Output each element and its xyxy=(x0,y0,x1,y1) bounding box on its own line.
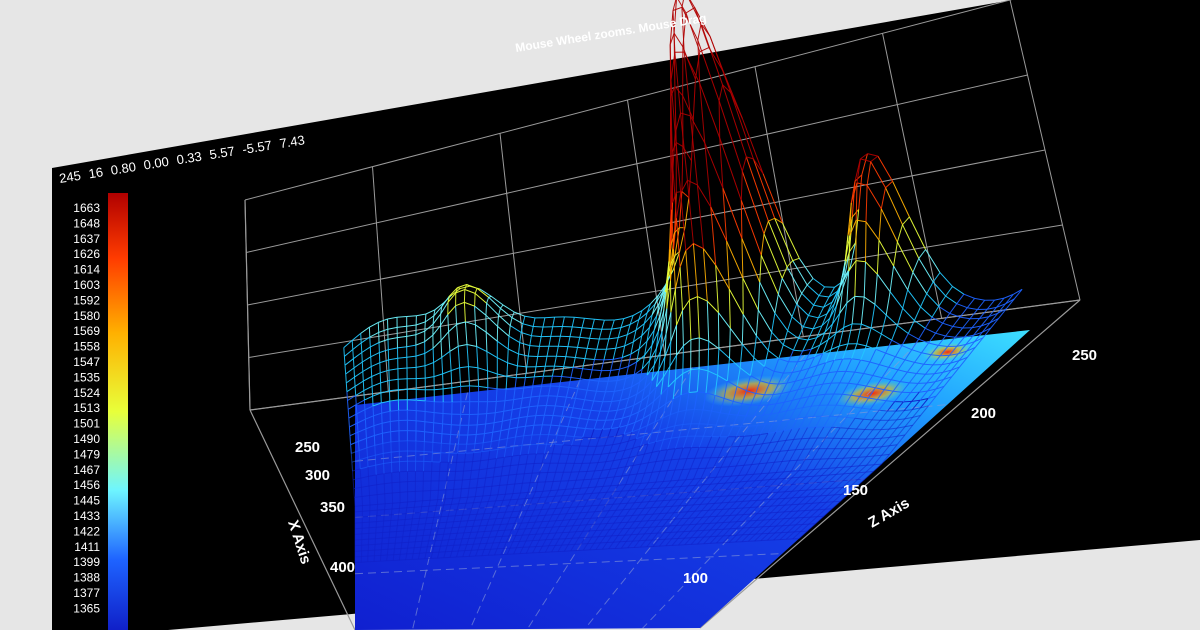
z-axis-tick: 250 xyxy=(1072,347,1097,364)
legend-label: 1513 xyxy=(73,401,100,415)
legend-label: 1663 xyxy=(73,201,100,215)
z-axis-tick: 100 xyxy=(683,570,708,587)
legend-label: 1535 xyxy=(73,370,100,384)
legend-labels: 16631648 16371626 161416031592 15801569 1558… xyxy=(73,201,100,615)
legend-label: 1411 xyxy=(74,540,100,554)
legend-label: 1547 xyxy=(73,355,100,369)
legend-label: 1433 xyxy=(73,509,100,523)
legend-label: 1626 xyxy=(73,247,100,261)
legend-label: 1569 xyxy=(73,324,100,338)
legend-label: 1456 xyxy=(73,478,100,492)
legend-label: 1479 xyxy=(73,447,100,461)
chart-title: Mouse Wheel zooms. Mouse Drag xyxy=(514,11,707,55)
coordinate-value: 16 xyxy=(87,164,104,181)
legend-label: 1501 xyxy=(73,417,100,431)
legend-label: 1614 xyxy=(73,263,100,277)
legend-label: 1524 xyxy=(73,386,100,400)
legend-label: 1467 xyxy=(73,463,100,477)
x-axis-tick: 250 xyxy=(295,439,320,456)
legend-label: 1422 xyxy=(73,524,100,538)
legend-label: 1603 xyxy=(73,278,100,292)
x-axis-tick: 300 xyxy=(305,467,330,484)
legend-label: 1445 xyxy=(73,494,100,508)
legend-label: 1580 xyxy=(73,309,100,323)
legend-label: 1365 xyxy=(73,601,100,615)
legend-label: 1490 xyxy=(73,432,100,446)
legend-label: 1377 xyxy=(73,586,100,600)
legend-label: 1592 xyxy=(73,293,100,307)
legend-label: 1648 xyxy=(73,216,100,230)
x-axis-tick: 400 xyxy=(330,559,355,576)
surface-chart[interactable]: 16631648 16371626 161416031592 15801569 1558… xyxy=(0,0,1200,630)
legend-color-bar xyxy=(108,193,128,630)
legend-label: 1399 xyxy=(73,555,100,569)
z-axis-tick: 200 xyxy=(971,405,996,422)
legend-label: 1388 xyxy=(73,571,100,585)
chart-panel[interactable]: 1663 1648 1637 1626 1614 1603 1592 1580 1569 1558… xyxy=(0,0,1200,630)
legend-label: 1637 xyxy=(73,232,100,246)
x-axis-tick: 350 xyxy=(320,499,345,516)
legend-label: 1558 xyxy=(73,340,100,354)
z-axis-tick: 150 xyxy=(843,482,868,499)
